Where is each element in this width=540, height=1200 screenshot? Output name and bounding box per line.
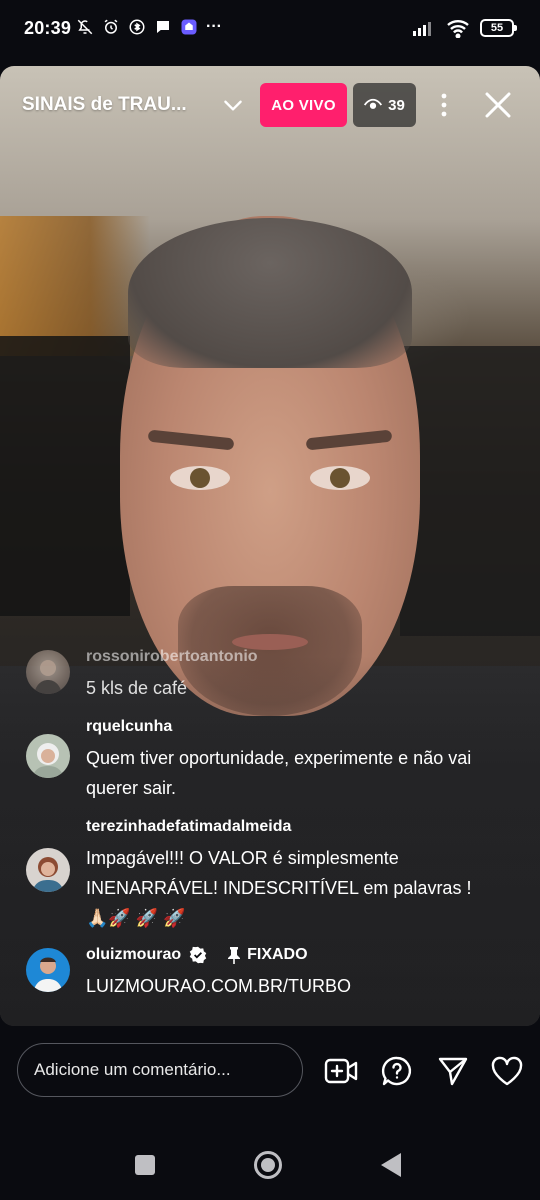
background-screen-right bbox=[400, 346, 540, 636]
comment-text[interactable]: LUIZMOURAO.COM.BR/TURBO bbox=[86, 971, 476, 1001]
pinned-comment[interactable]: oluizmourao FIXADO LUIZMOURAO.COM.BR/TUR… bbox=[26, 946, 506, 1006]
more-vertical-icon[interactable] bbox=[430, 90, 458, 120]
system-navigation-bar bbox=[0, 1120, 540, 1200]
comment-text: 5 kls de café bbox=[86, 678, 188, 698]
wifi-icon bbox=[447, 20, 469, 38]
app-icon bbox=[181, 19, 197, 35]
verified-icon bbox=[189, 946, 207, 964]
comment-item[interactable]: rossonirobertoantonio 5 kls de café bbox=[26, 648, 506, 708]
heart-icon bbox=[491, 1056, 523, 1086]
comment-composer bbox=[0, 1030, 540, 1110]
battery-indicator: 55 bbox=[480, 19, 517, 37]
viewer-count-value: 39 bbox=[388, 96, 405, 114]
comment-text: Impagável!!! O VALOR é simplesmente INEN… bbox=[86, 848, 472, 928]
mute-icon bbox=[77, 19, 93, 35]
eye-icon bbox=[364, 98, 383, 109]
chat-icon bbox=[157, 21, 169, 33]
question-icon bbox=[381, 1056, 412, 1086]
send-button[interactable] bbox=[436, 1054, 470, 1088]
chevron-down-icon[interactable] bbox=[220, 92, 246, 118]
signal-icon bbox=[413, 22, 431, 36]
home-circle-icon bbox=[254, 1151, 282, 1179]
status-notification-icons: ··· bbox=[76, 18, 222, 36]
add-video-icon bbox=[324, 1058, 358, 1084]
pin-icon bbox=[228, 947, 241, 964]
battery-level: 55 bbox=[490, 22, 504, 34]
recents-button[interactable] bbox=[130, 1150, 160, 1180]
send-icon bbox=[438, 1057, 468, 1086]
comment-item[interactable]: rquelcunha Quem tiver oportunidade, expe… bbox=[26, 718, 506, 808]
avatar[interactable] bbox=[26, 848, 70, 892]
eye-right bbox=[310, 466, 370, 490]
status-time: 20:39 bbox=[24, 18, 72, 38]
pinned-label-text: FIXADO bbox=[247, 946, 308, 963]
add-video-button[interactable] bbox=[324, 1054, 358, 1088]
comment-username[interactable]: terezinhadefatimadalmeida bbox=[86, 818, 291, 836]
comment-username[interactable]: rquelcunha bbox=[86, 718, 172, 736]
comment-username[interactable]: oluizmourao bbox=[86, 946, 181, 964]
bluetooth-icon bbox=[129, 19, 145, 35]
comment-input[interactable] bbox=[17, 1043, 303, 1097]
back-button[interactable] bbox=[376, 1150, 406, 1180]
avatar[interactable] bbox=[26, 650, 70, 694]
pinned-label: FIXADO bbox=[227, 946, 308, 964]
comment-text: Quem tiver oportunidade, experimente e n… bbox=[86, 748, 472, 798]
close-icon[interactable] bbox=[482, 89, 514, 121]
eye-left bbox=[170, 466, 230, 490]
status-bar: 20:39 ··· 55 bbox=[0, 0, 540, 62]
live-title[interactable]: SINAIS de TRAU... bbox=[22, 94, 187, 116]
comment-item[interactable]: terezinhadefatimadalmeida Impagável!!! O… bbox=[26, 818, 506, 938]
status-system-icons: 55 bbox=[412, 18, 517, 38]
viewer-count[interactable]: 39 bbox=[353, 83, 416, 127]
avatar[interactable] bbox=[26, 948, 70, 992]
pinned-header: oluizmourao FIXADO bbox=[86, 946, 308, 964]
alarm-icon bbox=[104, 19, 118, 34]
home-button[interactable] bbox=[253, 1150, 283, 1180]
status-overflow: ··· bbox=[206, 18, 222, 35]
avatar[interactable] bbox=[26, 734, 70, 778]
person-hair bbox=[128, 218, 412, 368]
live-header: SINAIS de TRAU... AO VIVO 39 bbox=[0, 80, 540, 132]
like-button[interactable] bbox=[490, 1054, 524, 1088]
back-triangle-icon bbox=[381, 1153, 401, 1177]
background-screen-left bbox=[0, 336, 130, 616]
comment-username[interactable]: rossonirobertoantonio bbox=[86, 648, 258, 666]
live-badge-label: AO VIVO bbox=[271, 96, 336, 114]
live-badge: AO VIVO bbox=[260, 83, 347, 127]
square-icon bbox=[135, 1155, 155, 1175]
question-button[interactable] bbox=[380, 1054, 414, 1088]
